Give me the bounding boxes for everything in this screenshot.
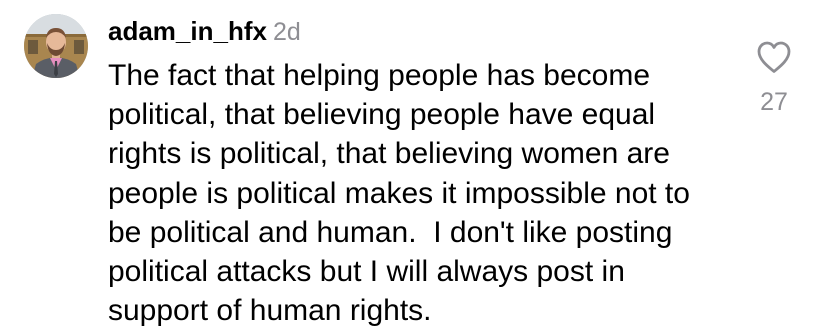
avatar[interactable] (24, 14, 88, 78)
like-area: 27 (744, 40, 804, 117)
heart-outline-icon[interactable] (756, 40, 792, 74)
timestamp: 2d (272, 18, 301, 46)
username[interactable]: adam_in_hfx (108, 16, 267, 46)
comment: adam_in_hfx 2d The fact that helping peop… (0, 0, 828, 334)
comment-header: adam_in_hfx 2d (108, 14, 301, 48)
like-count: 27 (760, 88, 788, 116)
avatar-photo (24, 14, 88, 78)
comment-text: The fact that helping people has become … (108, 59, 699, 328)
